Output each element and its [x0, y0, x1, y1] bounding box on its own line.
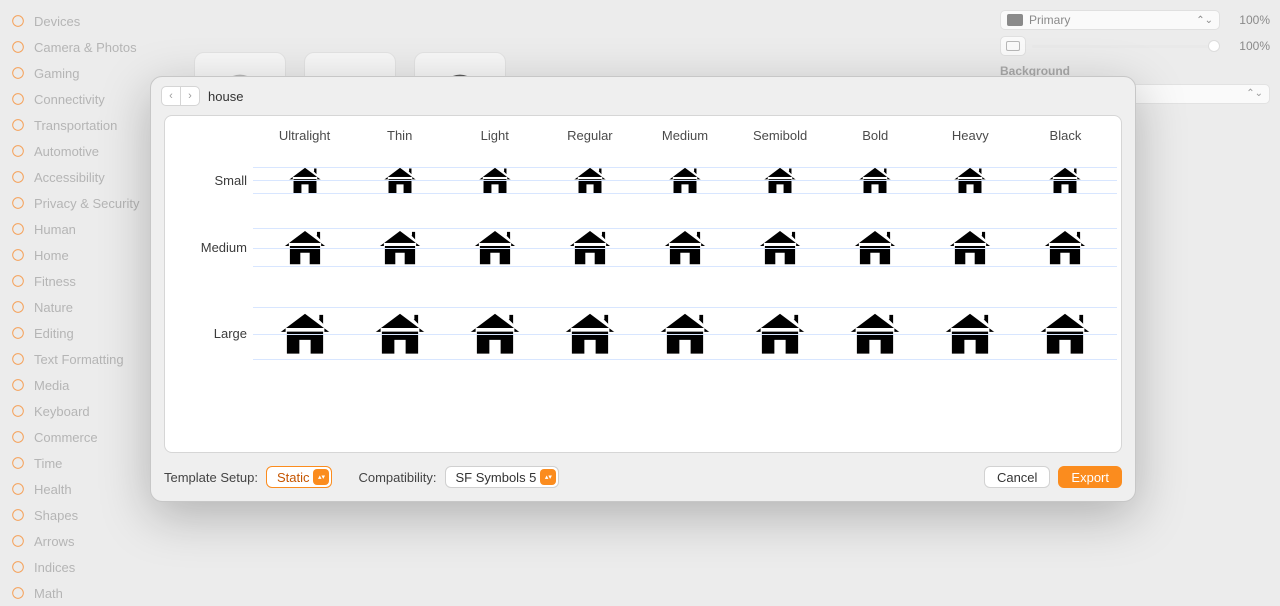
- symbol-variant-cell[interactable]: [352, 151, 447, 209]
- symbol-variant-cell[interactable]: [257, 285, 352, 381]
- symbol-variant-cell[interactable]: [733, 285, 828, 381]
- sidebar-item[interactable]: Math: [0, 580, 178, 606]
- symbol-variant-cell[interactable]: [828, 209, 923, 285]
- symbol-variant-cell[interactable]: [637, 209, 732, 285]
- symbol-variant-cell[interactable]: [542, 151, 637, 209]
- weight-column-header: Light: [447, 116, 542, 151]
- symbol-variant-cell[interactable]: [637, 151, 732, 209]
- weight-column-header: Bold: [828, 116, 923, 151]
- symbol-variant-cell[interactable]: [923, 151, 1018, 209]
- symbol-variant-cell[interactable]: [1018, 285, 1113, 381]
- nav-buttons: ‹ ›: [161, 86, 200, 106]
- chevron-left-icon: ‹: [169, 90, 173, 102]
- weight-column-header: Ultralight: [257, 116, 352, 151]
- nav-back-button[interactable]: ‹: [161, 86, 181, 106]
- template-preview-panel: UltralightThinLightRegularMediumSemibold…: [164, 115, 1122, 453]
- symbol-variant-cell[interactable]: [447, 285, 542, 381]
- compatibility-select[interactable]: SF Symbols 5 ▴▾: [445, 466, 560, 488]
- weight-column-header: Heavy: [923, 116, 1018, 151]
- cancel-button[interactable]: Cancel: [984, 466, 1050, 488]
- symbol-variant-cell[interactable]: [542, 285, 637, 381]
- symbol-variant-cell[interactable]: [923, 285, 1018, 381]
- sheet-header: ‹ › house: [151, 77, 1135, 115]
- symbol-variant-cell[interactable]: [828, 285, 923, 381]
- compatibility-label: Compatibility:: [358, 470, 436, 485]
- chevron-updown-icon: ▴▾: [313, 469, 329, 485]
- weight-column-header: Thin: [352, 116, 447, 151]
- symbol-variant-cell[interactable]: [828, 151, 923, 209]
- sidebar-item-label: Math: [34, 586, 63, 601]
- template-setup-select[interactable]: Static ▴▾: [266, 466, 333, 488]
- sheet-footer: Template Setup: Static ▴▾ Compatibility:…: [151, 453, 1135, 501]
- symbol-variant-cell[interactable]: [637, 285, 732, 381]
- symbol-variant-cell[interactable]: [733, 151, 828, 209]
- weight-column-header: Black: [1018, 116, 1113, 151]
- template-setup-label: Template Setup:: [164, 470, 258, 485]
- chevron-right-icon: ›: [188, 90, 192, 102]
- chevron-updown-icon: ▴▾: [540, 469, 556, 485]
- symbol-variant-cell[interactable]: [257, 151, 352, 209]
- symbol-variant-cell[interactable]: [1018, 151, 1113, 209]
- symbol-variant-cell[interactable]: [1018, 209, 1113, 285]
- scale-row-label: Medium: [165, 209, 257, 285]
- symbol-variant-cell[interactable]: [923, 209, 1018, 285]
- symbol-variant-cell[interactable]: [542, 209, 637, 285]
- weight-column-header: Regular: [542, 116, 637, 151]
- scale-row-label: Large: [165, 285, 257, 381]
- nav-forward-button[interactable]: ›: [180, 86, 200, 106]
- symbol-name-title: house: [208, 89, 243, 104]
- weight-scale-matrix: UltralightThinLightRegularMediumSemibold…: [165, 116, 1121, 452]
- symbol-variant-cell[interactable]: [733, 209, 828, 285]
- symbol-variant-cell[interactable]: [352, 285, 447, 381]
- compatibility-value: SF Symbols 5: [456, 470, 537, 485]
- symbol-variant-cell[interactable]: [447, 209, 542, 285]
- symbol-variant-cell[interactable]: [447, 151, 542, 209]
- template-setup-value: Static: [277, 470, 310, 485]
- weight-column-header: Semibold: [733, 116, 828, 151]
- export-button[interactable]: Export: [1058, 466, 1122, 488]
- scale-row-label: Small: [165, 151, 257, 209]
- export-template-sheet: ‹ › house UltralightThinLightRegularMedi…: [150, 76, 1136, 502]
- weight-column-header: Medium: [637, 116, 732, 151]
- symbol-variant-cell[interactable]: [257, 209, 352, 285]
- symbol-variant-cell[interactable]: [352, 209, 447, 285]
- category-icon: [10, 585, 26, 601]
